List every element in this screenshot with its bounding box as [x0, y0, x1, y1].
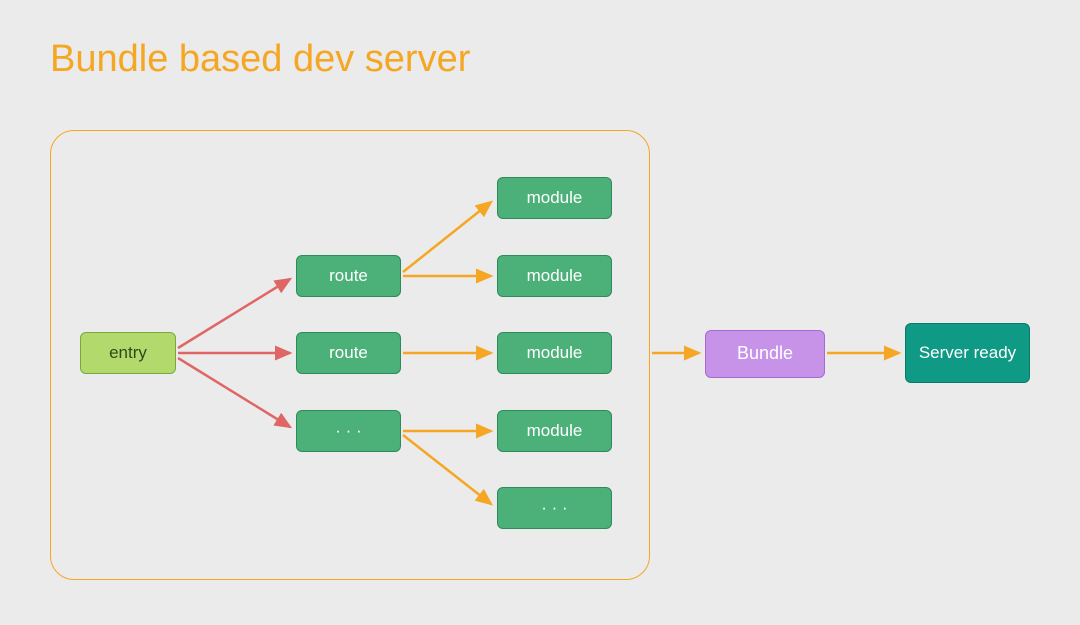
module-node-ellipsis: · · · — [497, 487, 612, 529]
route-node-ellipsis: · · · — [296, 410, 401, 452]
route-node-2: route — [296, 332, 401, 374]
module-node-2: module — [497, 255, 612, 297]
module-node-1: module — [497, 177, 612, 219]
module-node-4: module — [497, 410, 612, 452]
bundle-node: Bundle — [705, 330, 825, 378]
diagram-title: Bundle based dev server — [50, 38, 470, 81]
route-node-1: route — [296, 255, 401, 297]
server-ready-node: Server ready — [905, 323, 1030, 383]
module-node-3: module — [497, 332, 612, 374]
entry-node: entry — [80, 332, 176, 374]
